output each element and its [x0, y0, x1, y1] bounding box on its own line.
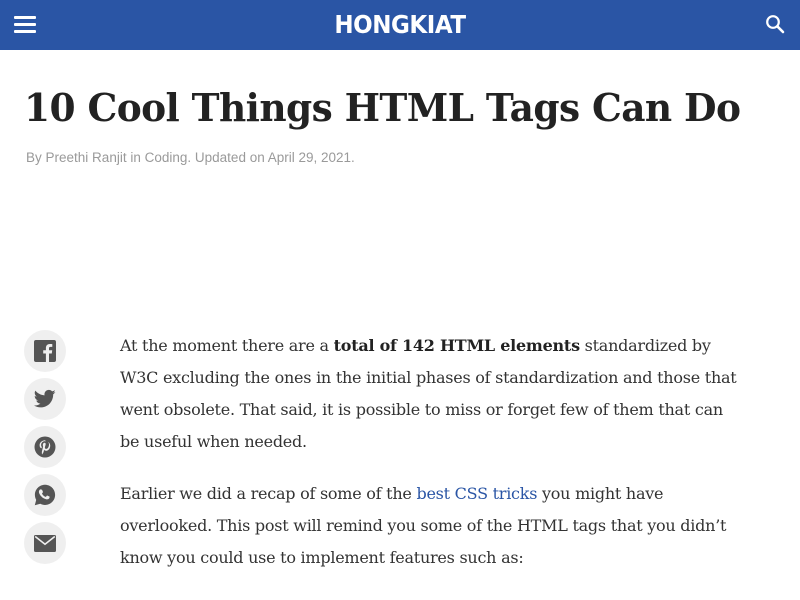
paragraph-text: Earlier we did a recap of some of the [120, 484, 417, 503]
facebook-icon [34, 340, 56, 362]
search-icon[interactable] [765, 14, 787, 36]
site-logo[interactable]: HONGKIAT [32, 9, 768, 41]
pinterest-share-button[interactable] [24, 426, 66, 468]
author-link[interactable]: Preethi Ranjit [46, 150, 127, 165]
whatsapp-icon [34, 484, 56, 506]
facebook-share-button[interactable] [24, 330, 66, 372]
bold-highlight: total of 142 HTML elements [333, 336, 580, 355]
best-css-tricks-link[interactable]: best CSS tricks [416, 484, 537, 503]
category-link[interactable]: Coding [145, 150, 188, 165]
share-buttons [24, 330, 68, 570]
paragraph-text: At the moment there are a [120, 336, 334, 355]
second-paragraph: Earlier we did a recap of some of the be… [120, 478, 740, 574]
byline-in: in [130, 150, 141, 165]
byline-updated: . Updated on April 29, 2021. [187, 150, 355, 165]
byline-prefix: By [26, 150, 42, 165]
article-content: At the moment there are a total of 142 H… [120, 330, 740, 594]
email-share-button[interactable] [24, 522, 66, 564]
top-nav-bar: HONGKIAT [0, 0, 800, 50]
whatsapp-share-button[interactable] [24, 474, 66, 516]
twitter-icon [34, 389, 56, 408]
twitter-share-button[interactable] [24, 378, 66, 420]
page-title: 10 Cool Things HTML Tags Can Do [24, 85, 741, 130]
article-byline: By Preethi Ranjit in Coding. Updated on … [26, 150, 355, 165]
email-icon [34, 534, 56, 552]
intro-paragraph: At the moment there are a total of 142 H… [120, 330, 740, 458]
pinterest-icon [34, 436, 56, 458]
